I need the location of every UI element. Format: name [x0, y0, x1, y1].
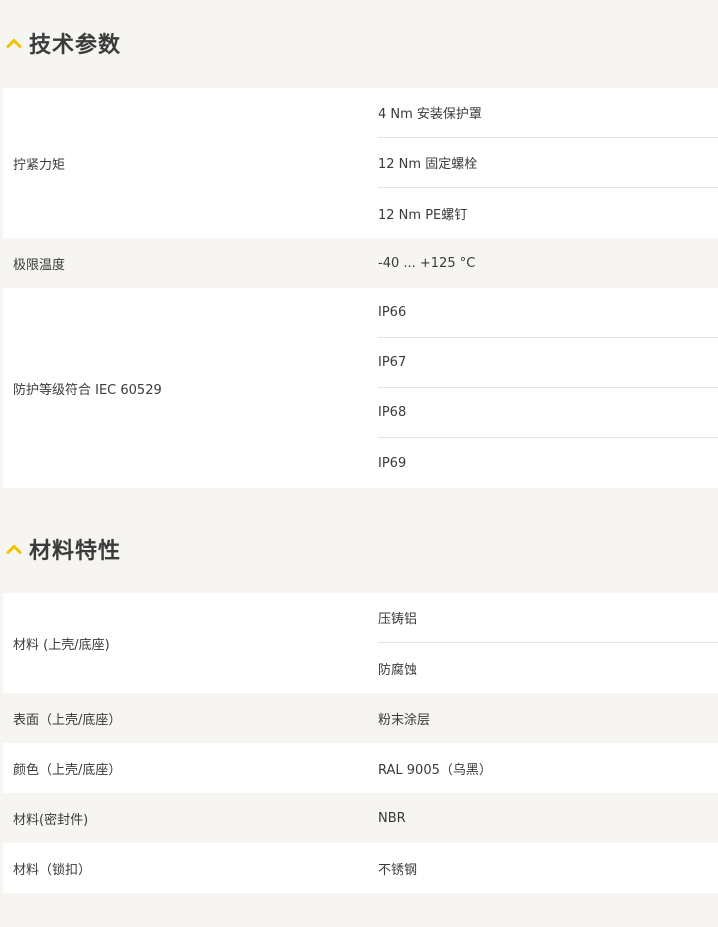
spec-label: 拧紧力矩 [13, 157, 66, 173]
section-title: 技术参数 [29, 33, 122, 58]
chevron-up-icon [4, 542, 24, 556]
spec-label: 材料(密封件) [13, 812, 89, 828]
spec-label: 极限温度 [13, 257, 66, 273]
spec-table-technical-params: 拧紧力矩 4 Nm 安装保护罩 12 Nm 固定螺栓 12 Nm PE螺钉 极限… [3, 88, 718, 488]
spec-value: 粉末涂层 [378, 712, 431, 728]
spec-row-color: 颜色（上壳/底座） RAL 9005（乌黑） [3, 743, 718, 793]
spec-values: 压铸铝 防腐蚀 [378, 593, 718, 693]
spec-row-tightening-torque: 拧紧力矩 4 Nm 安装保护罩 12 Nm 固定螺栓 12 Nm PE螺钉 [3, 88, 718, 238]
spec-value: 不锈钢 [378, 862, 418, 878]
spec-value: 防腐蚀 [378, 662, 418, 678]
spec-values: -40 ... +125 °C [378, 238, 718, 288]
section-header-technical-params[interactable]: 技术参数 [0, 28, 121, 58]
spec-value: 12 Nm 固定螺栓 [378, 138, 718, 188]
spec-value: 12 Nm PE螺钉 [378, 207, 468, 223]
spec-values: IP66 IP67 IP68 IP69 [378, 288, 718, 488]
spec-row-material-housing: 材料 (上壳/底座) 压铸铝 防腐蚀 [3, 593, 718, 693]
spec-value: IP66 [378, 288, 718, 338]
spec-row-material-seal: 材料(密封件) NBR [3, 793, 718, 843]
spec-label: 材料（锁扣） [13, 862, 92, 878]
spec-values: NBR [378, 793, 718, 843]
spec-label: 表面（上壳/底座） [13, 712, 122, 728]
spec-row-material-latch: 材料（锁扣） 不锈钢 [3, 843, 718, 893]
chevron-up-icon [4, 36, 24, 50]
spec-values: RAL 9005（乌黑） [378, 743, 718, 793]
spec-row-surface: 表面（上壳/底座） 粉末涂层 [3, 693, 718, 743]
section-header-material-properties[interactable]: 材料特性 [0, 534, 121, 564]
spec-label: 颜色（上壳/底座） [13, 762, 122, 778]
spec-table-material-properties: 材料 (上壳/底座) 压铸铝 防腐蚀 表面（上壳/底座） 粉末涂层 颜色（上壳/… [3, 593, 718, 893]
spec-label: 材料 (上壳/底座) [13, 637, 110, 653]
spec-value: IP67 [378, 338, 718, 388]
spec-values: 粉末涂层 [378, 693, 718, 743]
spec-value: NBR [378, 810, 406, 826]
spec-label: 防护等级符合 IEC 60529 [13, 382, 162, 398]
spec-row-temperature-limits: 极限温度 -40 ... +125 °C [3, 238, 718, 288]
spec-value: IP68 [378, 388, 718, 438]
spec-value: 压铸铝 [378, 593, 718, 643]
spec-value: -40 ... +125 °C [378, 255, 476, 271]
spec-values: 4 Nm 安装保护罩 12 Nm 固定螺栓 12 Nm PE螺钉 [378, 88, 718, 238]
spec-values: 不锈钢 [378, 843, 718, 893]
section-title: 材料特性 [29, 539, 122, 564]
spec-value: IP69 [378, 455, 407, 471]
spec-value: RAL 9005（乌黑） [378, 762, 492, 778]
spec-value: 4 Nm 安装保护罩 [378, 88, 718, 138]
spec-row-protection-class: 防护等级符合 IEC 60529 IP66 IP67 IP68 IP69 [3, 288, 718, 488]
